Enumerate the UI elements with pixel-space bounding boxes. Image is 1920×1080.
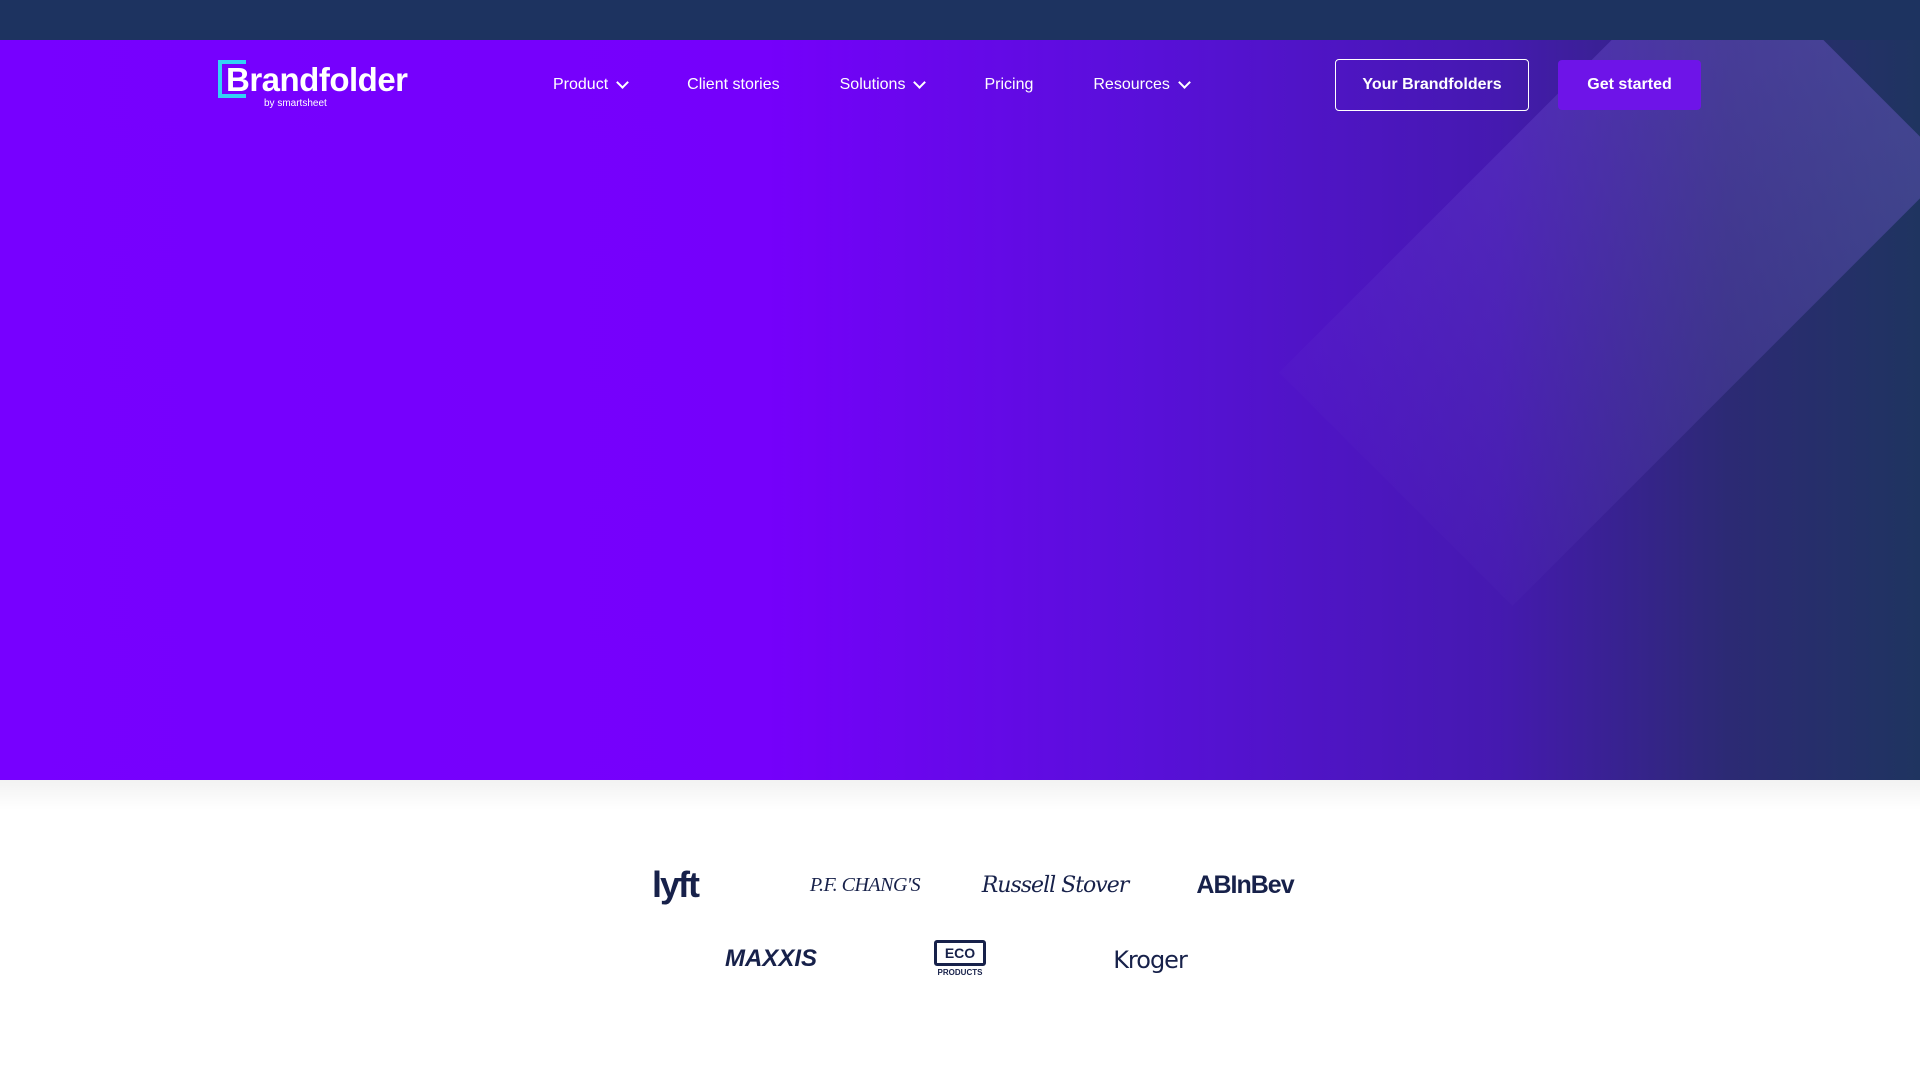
pf-changs-logo: P.F. CHANG'S bbox=[809, 873, 921, 896]
nav-links: Product Client stories Solutions Pricing… bbox=[553, 40, 1249, 130]
eco-logo-subtext: PRODUCTS bbox=[937, 967, 983, 977]
nav-item-solutions[interactable]: Solutions bbox=[839, 76, 927, 94]
nav-item-resources[interactable]: Resources bbox=[1093, 76, 1191, 94]
eco-logo-mark: ECO bbox=[934, 939, 986, 966]
nav-item-product[interactable]: Product bbox=[553, 76, 630, 94]
chevron-down-icon bbox=[616, 76, 630, 89]
lyft-logo: lyft bbox=[652, 864, 700, 905]
russell-stover-logo: Russell Stover bbox=[981, 872, 1130, 898]
kroger-logo: Kroger bbox=[1113, 946, 1188, 974]
chevron-down-icon bbox=[913, 76, 927, 89]
nav-item-client-stories[interactable]: Client stories bbox=[687, 76, 779, 94]
nav-item-label: Product bbox=[553, 76, 609, 93]
section-divider-shadow bbox=[0, 780, 1920, 810]
top-bar bbox=[0, 0, 1920, 40]
logo-tagline: by smartsheet bbox=[264, 98, 327, 109]
your-brandfolders-button[interactable]: Your Brandfolders bbox=[1335, 59, 1529, 111]
nav-item-label: Resources bbox=[1093, 76, 1170, 93]
chevron-down-icon bbox=[1177, 76, 1191, 89]
eco-products-logo: ECO PRODUCTS bbox=[928, 937, 992, 979]
nav-item-pricing[interactable]: Pricing bbox=[984, 76, 1033, 94]
client-logos-section: lyft P.F. CHANG'S Russell Stover ABInBev… bbox=[0, 780, 1920, 1080]
nav-item-label: Pricing bbox=[984, 76, 1034, 93]
abinbev-logo: ABInBev bbox=[1196, 870, 1294, 899]
nav-item-label: Client stories bbox=[687, 76, 780, 93]
hero-section bbox=[0, 40, 1920, 780]
main-navigation: Brandfolder by smartsheet Product Client… bbox=[0, 40, 1920, 130]
maxxis-logo: MAXXIS bbox=[724, 945, 817, 972]
nav-item-label: Solutions bbox=[839, 76, 906, 93]
get-started-button[interactable]: Get started bbox=[1558, 60, 1701, 110]
logo-wordmark: Brandfolder bbox=[226, 61, 408, 98]
page: Brandfolder by smartsheet Product Client… bbox=[0, 0, 1920, 1080]
brandfolder-logo[interactable]: Brandfolder by smartsheet bbox=[218, 58, 408, 112]
